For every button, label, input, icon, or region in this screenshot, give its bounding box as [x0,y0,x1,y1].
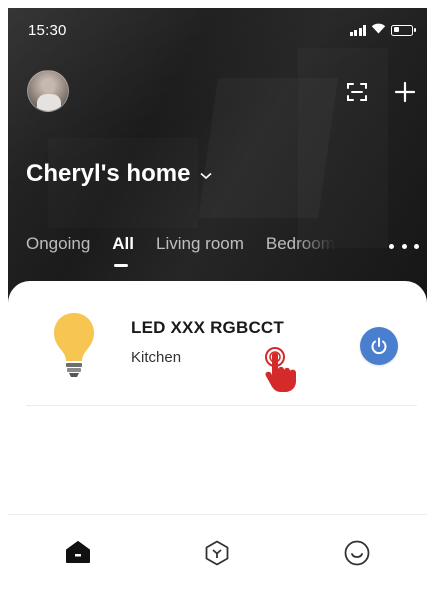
chevron-down-icon [198,168,214,184]
pointer-hand-icon [265,347,296,392]
device-room: Kitchen [131,349,182,366]
power-icon [371,337,387,355]
light-bulb-icon [54,313,94,377]
add-icon[interactable] [391,78,419,106]
tab-living-room[interactable]: Living room [156,234,244,254]
home-icon [65,541,90,563]
status-time: 15:30 [28,21,67,39]
avatar[interactable] [27,70,69,112]
top-actions [343,78,419,106]
phone-screen: 15:30 Cheryl's home Ongoing All Living r… [8,8,427,605]
tab-ongoing[interactable]: Ongoing [26,234,90,254]
signal-icon [349,24,366,36]
nav-scene[interactable] [195,539,239,579]
device-card[interactable]: LED XXX RGBCCT Kitchen [8,281,427,405]
wifi-icon [371,21,386,39]
room-tabs: Ongoing All Living room Bedroom [26,234,427,274]
profile-smile-icon [344,540,370,566]
status-icons [349,21,416,39]
tab-all[interactable]: All [112,234,134,267]
nav-me[interactable] [335,539,379,579]
device-name: LED XXX RGBCCT [131,318,284,337]
status-bar: 15:30 [8,8,427,52]
power-button[interactable] [360,327,398,365]
home-title: Cheryl's home [26,160,191,187]
home-selector[interactable]: Cheryl's home [26,160,214,188]
battery-icon [391,24,416,36]
tab-bedroom[interactable]: Bedroom [266,234,335,254]
scene-cube-icon [206,540,229,566]
bottom-nav [8,514,427,605]
more-icon[interactable] [389,240,419,252]
active-tab-indicator [114,264,129,267]
nav-home[interactable] [56,539,100,579]
divider [26,405,417,406]
scan-icon[interactable] [343,78,371,106]
